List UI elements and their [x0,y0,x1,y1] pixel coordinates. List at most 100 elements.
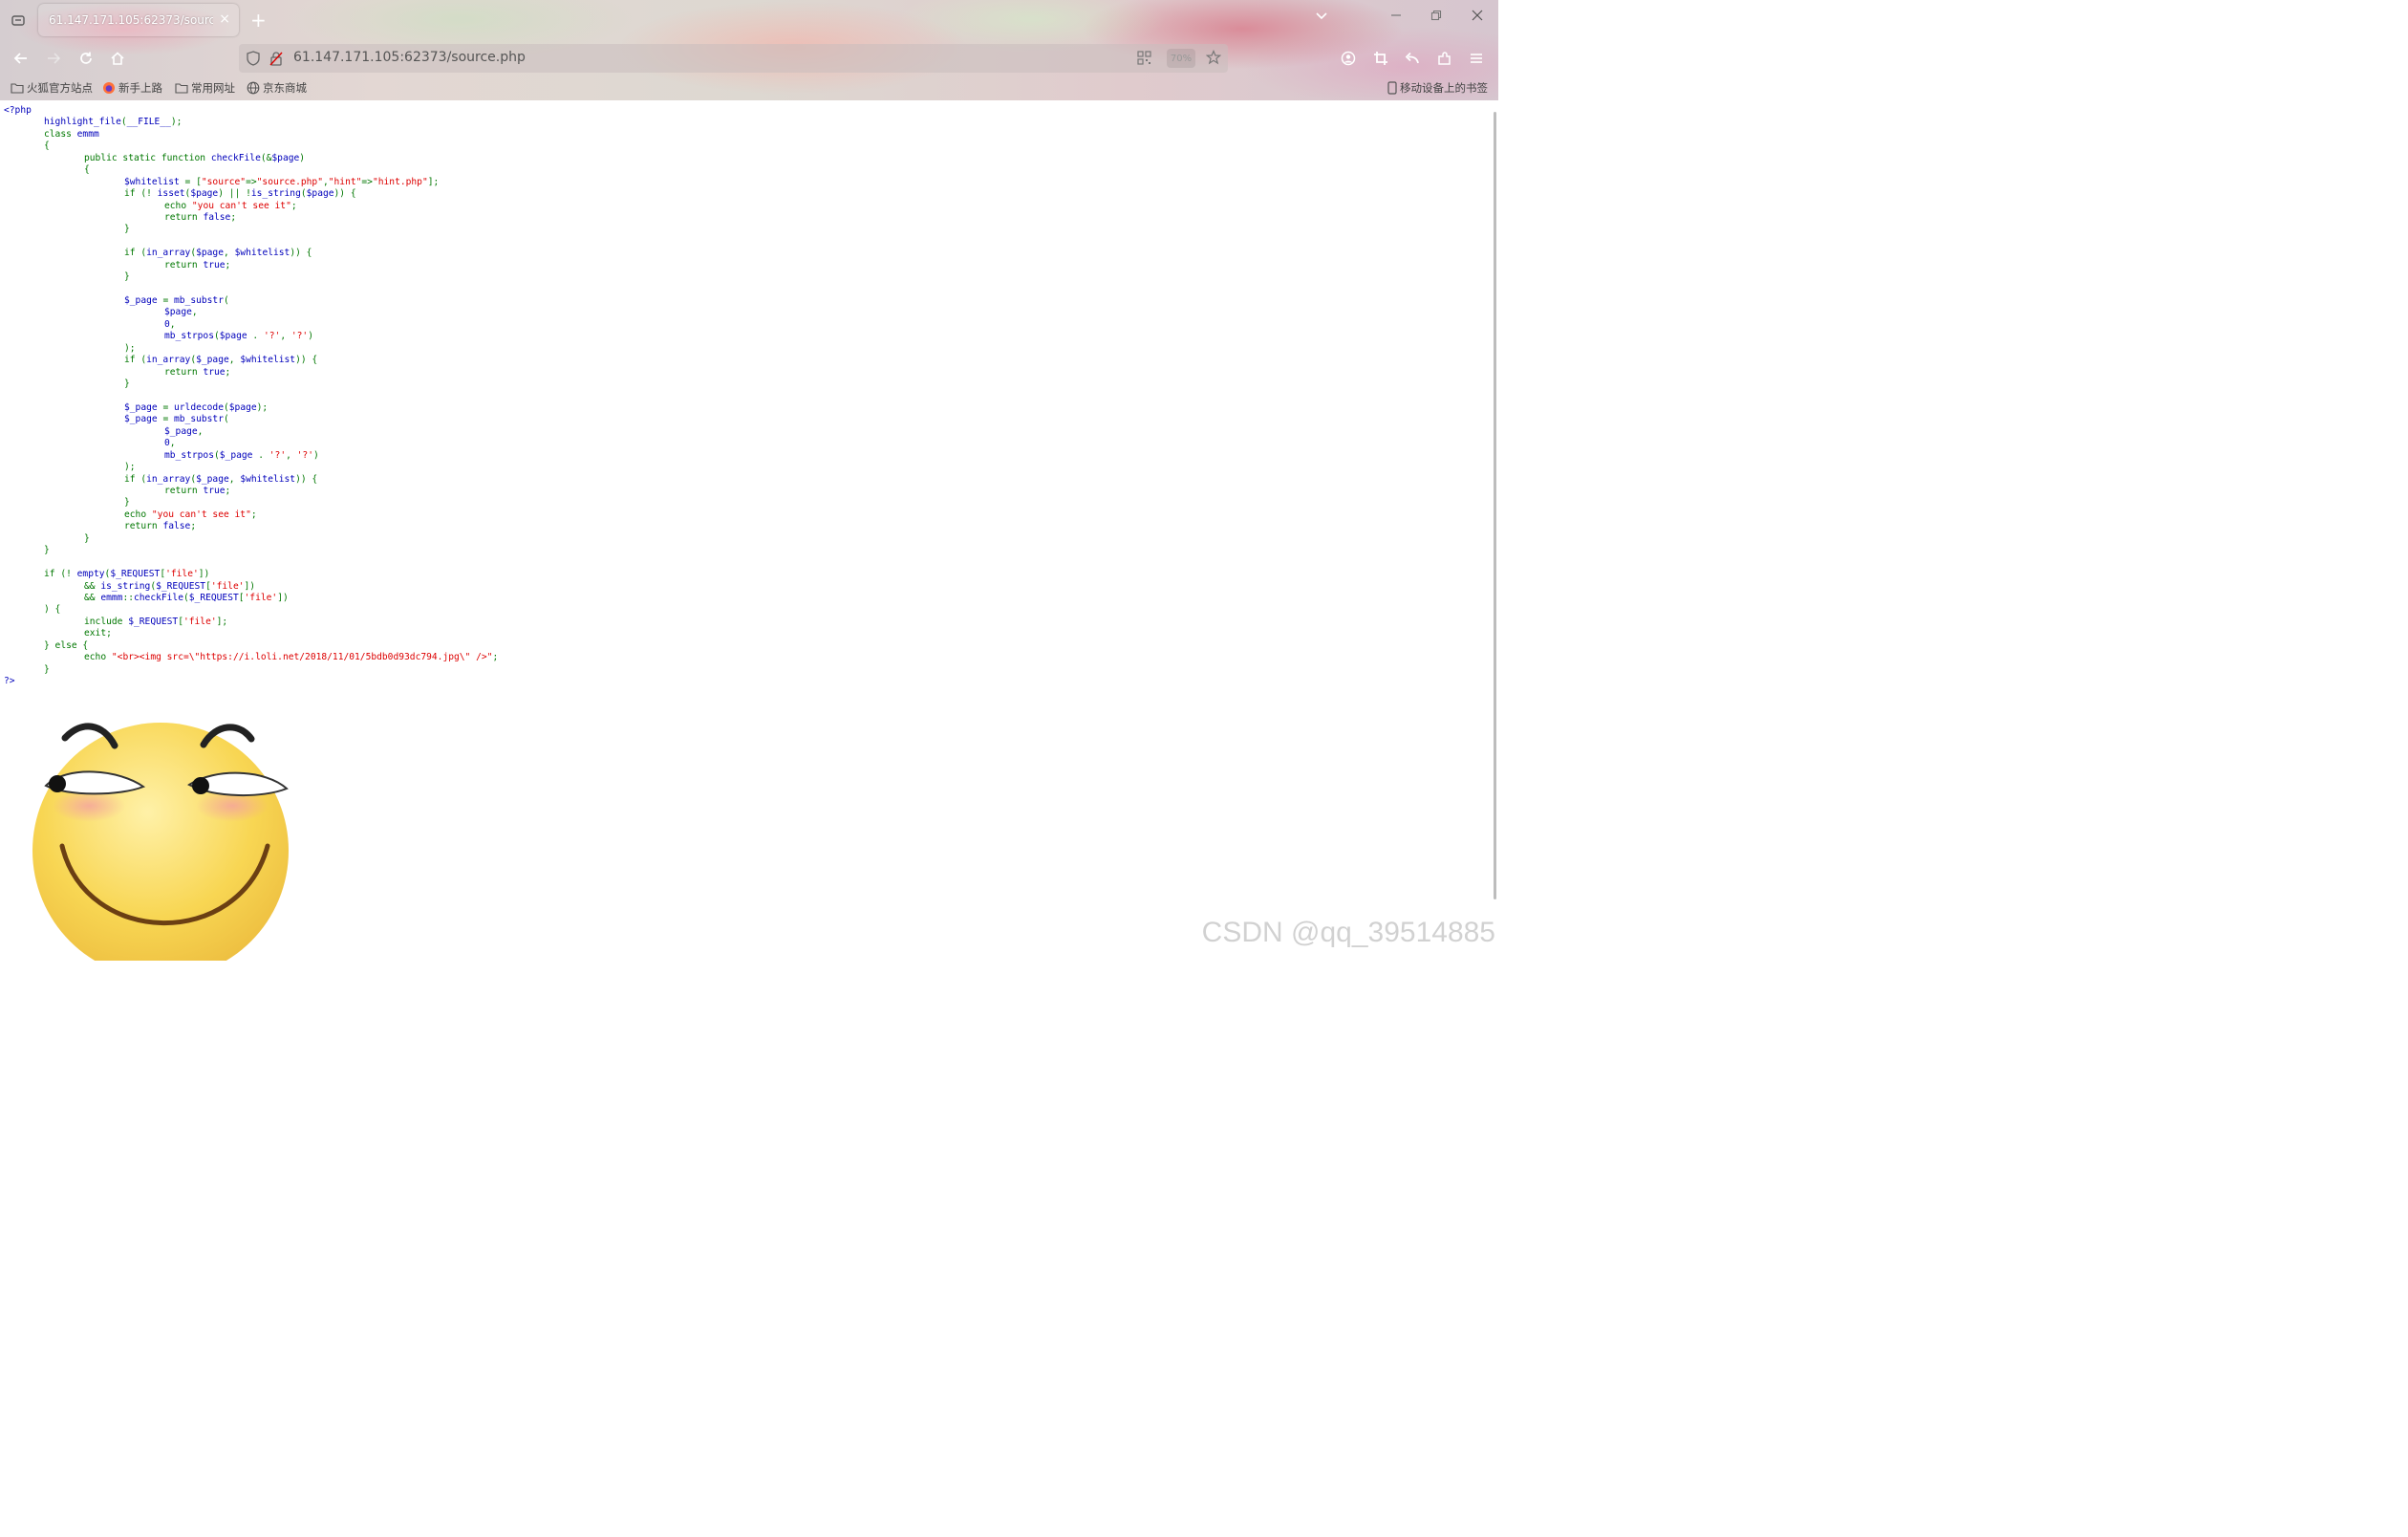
url-bar[interactable]: 61.147.171.105:62373/source.php 70% [239,44,1228,73]
navigation-bar: 61.147.171.105:62373/source.php 70% [0,40,1498,76]
menu-icon[interactable] [1464,46,1489,71]
code-token: if ( [124,473,147,485]
code-token: )) { [295,473,318,485]
code-token: } [44,545,50,556]
home-icon[interactable] [105,46,130,71]
code-line: if (! isset($page) || !is_string($page))… [4,188,498,200]
code-token: "hint" [328,176,362,187]
code-token: true [203,486,226,496]
code-line: include $_REQUEST['file']; [4,617,498,628]
code-token: class [44,128,77,140]
code-token: checkFile [134,592,183,603]
code-token: $_page [124,295,163,306]
tab-active[interactable]: 61.147.171.105:62373/source.php × [38,4,239,36]
code-line: class emmm [4,129,498,141]
code-token: ) [312,449,319,461]
restore-icon[interactable] [1430,8,1442,25]
code-line: } [4,271,498,283]
code-line: $_page, [4,426,498,438]
code-token: in_array [146,355,191,366]
crop-screenshot-icon[interactable] [1368,46,1393,71]
code-token: false [203,211,231,223]
code-token: return [124,521,163,532]
code-token: is_string [250,188,301,200]
code-token: $page [271,152,300,163]
window-close-icon[interactable] [1472,8,1483,25]
bookmark-label: 常用网址 [191,81,235,95]
code-token: <?php [4,105,32,116]
code-token: ]; [216,616,228,627]
code-token: $whitelist [234,248,290,259]
code-token: true [203,366,226,378]
code-token: ) || ! [218,188,251,200]
shield-icon[interactable] [247,51,260,70]
code-token: checkFile [210,152,261,163]
code-token: => [246,176,257,187]
code-line: } [4,545,498,556]
minimize-icon[interactable] [1390,8,1402,25]
code-token: "hint.php" [372,176,428,187]
back-arrow-icon[interactable] [9,46,33,71]
star-icon[interactable] [1205,49,1222,69]
undo-icon[interactable] [1400,46,1425,71]
highlighted-source-code: <?php highlight_file(__FILE__); class emmm… [4,105,498,687]
bookmark-item[interactable]: 新手上路 [102,80,162,96]
bookmark-item[interactable]: 常用网址 [175,80,235,96]
smirk-emoji-image [32,723,289,961]
code-token: echo [124,509,152,520]
bookmark-item[interactable]: 火狐官方站点 [11,80,93,96]
code-token: $_page [219,449,259,461]
code-token: mb_strpos [164,449,214,461]
code-token: ; [250,509,257,520]
account-icon[interactable] [1336,46,1361,71]
bookmark-item[interactable]: 京东商城 [247,80,307,96]
code-token: return [164,366,204,378]
code-line: return false; [4,212,498,224]
code-token: if (! [124,188,158,200]
tab-list-icon[interactable] [8,10,29,31]
code-token: = [ [184,176,202,187]
code-token: ]) [198,569,210,580]
url-text[interactable]: 61.147.171.105:62373/source.php [293,50,526,65]
code-line: echo "<br><img src=\"https://i.loli.net/… [4,652,498,663]
code-token: , [197,425,204,437]
close-icon[interactable]: × [219,11,230,27]
code-token: '?' [296,449,313,461]
code-token: } [124,379,130,390]
code-token: } [44,663,50,675]
forward-arrow-icon[interactable] [41,46,66,71]
code-line: $whitelist = ["source"=>"source.php","hi… [4,177,498,188]
code-token: $_REQUEST [110,569,161,580]
code-line: $_page = urldecode($page); [4,402,498,414]
mobile-bookmarks[interactable]: 移动设备上的书签 [1387,80,1488,96]
code-line: highlight_file(__FILE__); [4,117,498,128]
bookmark-label: 新手上路 [118,81,162,95]
code-token: (& [260,152,272,163]
reload-icon[interactable] [74,46,98,71]
browser-chrome: 61.147.171.105:62373/source.php × + [0,0,1498,100]
folder-icon [11,83,24,94]
insecure-lock-icon[interactable] [269,51,283,70]
code-token: urldecode [174,401,224,413]
code-token: false [162,521,191,532]
code-token: 'file' [244,592,278,603]
code-token: , [228,355,241,366]
code-token: isset [157,188,185,200]
qr-code-icon[interactable] [1137,51,1151,69]
extensions-icon[interactable] [1432,46,1457,71]
code-line: && emmm::checkFile($_REQUEST['file']) [4,593,498,604]
code-token: ) [299,152,306,163]
new-tab-button[interactable]: + [250,9,267,32]
code-token: = [162,295,174,306]
zoom-level-badge[interactable]: 70% [1167,49,1195,68]
chevron-down-icon[interactable] [1315,8,1328,25]
code-line: { [4,164,498,176]
code-token: "you can't see it" [191,200,291,211]
code-token: ?> [4,676,15,686]
code-line: return true; [4,486,498,497]
code-line: } [4,379,498,390]
code-token: $page [190,188,219,200]
scrollbar[interactable] [1494,112,1496,899]
